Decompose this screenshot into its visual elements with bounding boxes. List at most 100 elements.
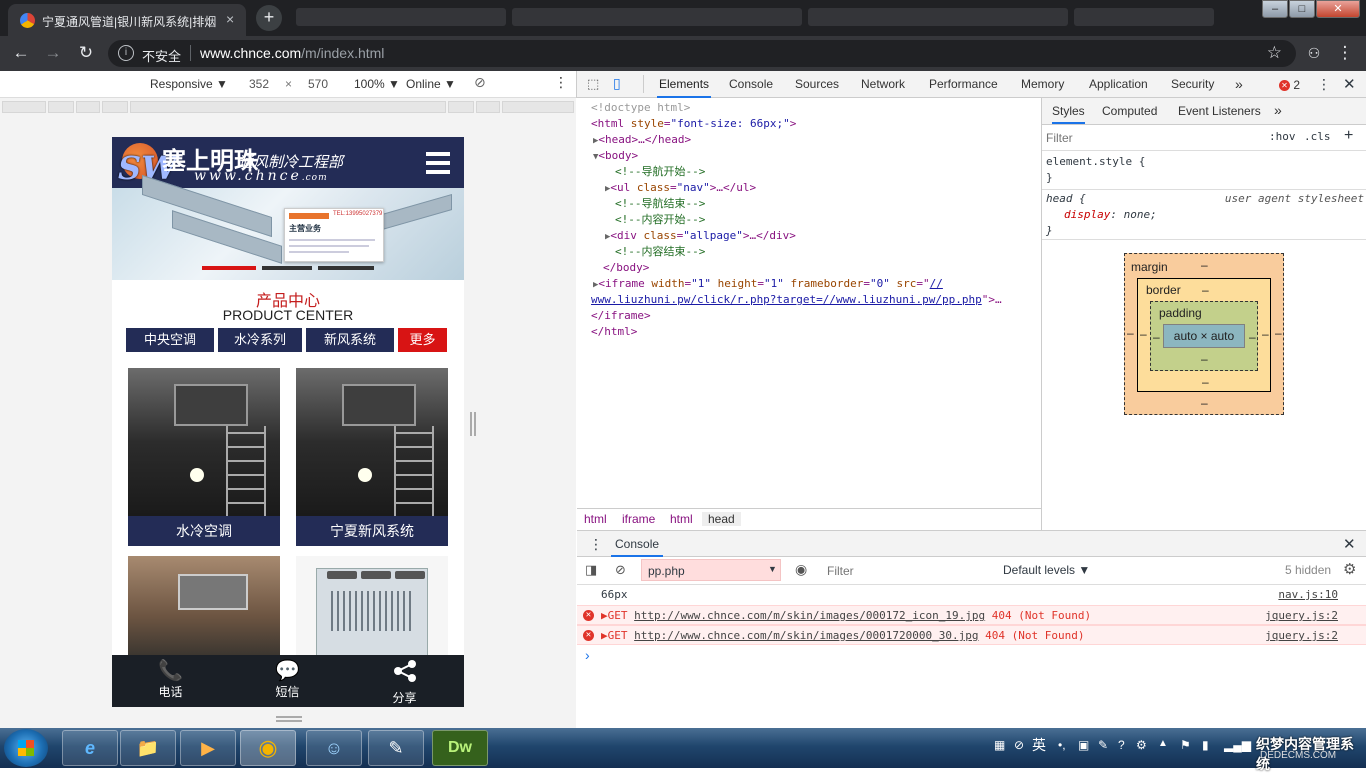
new-tab-button[interactable]: + (256, 5, 282, 31)
media-player-icon[interactable]: ▶ (180, 730, 236, 766)
action-center-flag-icon[interactable]: ⚑ (1180, 738, 1191, 752)
class-toggle[interactable]: .cls (1304, 130, 1331, 143)
ie-icon[interactable]: e (62, 730, 118, 766)
minimize-button[interactable]: – (1262, 0, 1288, 18)
zoom-select[interactable]: 100% ▼ (354, 77, 400, 91)
new-rule-button[interactable]: + (1344, 127, 1353, 145)
close-drawer-icon[interactable]: ✕ (1343, 535, 1356, 553)
chrome-icon[interactable]: ◉ (240, 730, 296, 766)
background-tab[interactable] (512, 8, 802, 26)
footer-call-button[interactable]: 📞 电话 (112, 655, 229, 707)
error-source-link[interactable]: jquery.js:2 (1265, 626, 1338, 646)
notepad-icon[interactable]: ✎ (368, 730, 424, 766)
dom-body-close[interactable]: </body> (603, 260, 649, 276)
browser-menu-icon[interactable]: ⋮ (1334, 42, 1356, 64)
more-categories-button[interactable]: 更多 (398, 328, 447, 352)
viewport-height-resize-handle[interactable] (276, 716, 302, 722)
footer-sms-button[interactable]: 💬 短信 (229, 655, 346, 707)
dom-node-iframe[interactable]: ▶<iframe width="1" height="1" frameborde… (593, 276, 943, 293)
product-card[interactable]: 宁夏新风系统 (296, 368, 448, 546)
log-levels-select[interactable]: Default levels ▼ (1003, 563, 1090, 577)
media-query-bar[interactable] (502, 101, 574, 113)
tab-security[interactable]: Security (1169, 71, 1216, 98)
carousel-indicators[interactable] (202, 266, 374, 270)
product-image[interactable] (128, 556, 280, 656)
context-select[interactable]: pp.php ▼ (641, 559, 781, 581)
carousel-dot-active[interactable] (202, 266, 256, 270)
qq-icon[interactable]: ☺ (306, 730, 362, 766)
more-sidebar-tabs-button[interactable]: » (1274, 102, 1282, 118)
tab-elements[interactable]: Elements (657, 71, 712, 98)
url-text[interactable]: www.chnce.com/m/index.html (200, 45, 384, 61)
devtools-menu-icon[interactable]: ⋮ (1317, 76, 1331, 93)
start-button[interactable] (4, 729, 48, 767)
error-source-link[interactable]: jquery.js:2 (1265, 606, 1338, 626)
tab-event-listeners[interactable]: Event Listeners (1178, 104, 1261, 118)
dom-comment[interactable]: <!--内容结束--> (615, 244, 705, 260)
inspect-element-icon[interactable]: ⬚ (587, 76, 599, 92)
console-error-line[interactable]: ✕ ▶GET http://www.chnce.com/m/skin/image… (577, 605, 1366, 625)
dom-html-close[interactable]: </html> (591, 324, 637, 340)
category-button[interactable]: 水冷系列 (218, 328, 302, 352)
media-query-bar[interactable] (48, 101, 74, 113)
console-filter-input[interactable] (827, 561, 993, 581)
tab-console[interactable]: Console (727, 71, 775, 98)
viewport-width-input[interactable]: 352 (249, 77, 269, 91)
clear-console-icon[interactable]: ⊘ (615, 562, 626, 578)
tab-application[interactable]: Application (1087, 71, 1150, 98)
ime-skin-icon[interactable]: ▣ (1078, 738, 1089, 752)
console-prompt[interactable]: › (585, 647, 590, 663)
help-icon[interactable]: ? (1118, 738, 1125, 752)
category-button[interactable]: 新风系统 (306, 328, 394, 352)
dom-iframe-close[interactable]: </iframe> (591, 308, 651, 324)
eye-icon[interactable]: ◉ (795, 561, 807, 578)
background-tab[interactable] (296, 8, 506, 26)
viewport-resize-handle[interactable] (470, 412, 476, 436)
tab-styles[interactable]: Styles (1052, 104, 1085, 124)
show-hidden-icons-icon[interactable]: ▲ (1158, 738, 1168, 749)
background-tab[interactable] (808, 8, 1068, 26)
back-arrow-icon[interactable]: ← (10, 42, 32, 64)
dom-node-html[interactable]: <html style="font-size: 66px;"> (591, 116, 796, 132)
media-query-bar[interactable] (130, 101, 446, 113)
tab-close-button[interactable]: × (226, 11, 234, 27)
carousel-dot[interactable] (318, 266, 374, 270)
device-select[interactable]: Responsive ▼ (150, 77, 228, 91)
dom-comment[interactable]: <!--内容开始--> (615, 212, 705, 228)
product-card[interactable]: 水冷空调 (128, 368, 280, 546)
dom-iframe-src[interactable]: www.liuzhuni.pw/click/r.php?target=//www… (591, 292, 1002, 308)
dom-node-head[interactable]: ▶<head>…</head> (593, 132, 691, 149)
dom-comment[interactable]: <!--导航结束--> (615, 196, 705, 212)
box-model-border[interactable]: border – – – – padding – – – auto × auto (1137, 278, 1271, 392)
error-url-link[interactable]: http://www.chnce.com/m/skin/images/00017… (634, 629, 978, 642)
dom-node-body[interactable]: ▼<body> (593, 148, 638, 165)
address-bar[interactable]: i 不安全 www.chnce.com/m/index.html ☆ (108, 40, 1296, 67)
media-query-bar[interactable] (448, 101, 474, 113)
breadcrumb-item-selected[interactable]: head (702, 512, 741, 526)
background-tab[interactable] (1074, 8, 1214, 26)
styles-filter-input[interactable] (1046, 129, 1256, 147)
bookmark-star-icon[interactable]: ☆ (1267, 43, 1282, 63)
tab-network[interactable]: Network (859, 71, 907, 98)
hamburger-menu-icon[interactable] (426, 152, 450, 174)
hero-banner[interactable]: TEL:13995027379 主营业务 (112, 174, 464, 280)
box-model-padding[interactable]: padding – – – auto × auto (1150, 301, 1258, 371)
tab-sources[interactable]: Sources (793, 71, 841, 98)
breadcrumb-item[interactable]: iframe (622, 512, 655, 526)
more-tabs-button[interactable]: » (1233, 71, 1245, 98)
maximize-button[interactable]: □ (1289, 0, 1315, 18)
device-mode-icon[interactable]: ▯ (613, 75, 621, 92)
media-query-bar[interactable] (2, 101, 46, 113)
ime-punct-icon[interactable]: •, (1058, 738, 1066, 752)
box-model-content[interactable]: auto × auto (1163, 324, 1245, 348)
rotate-icon[interactable]: ⊘ (474, 74, 486, 91)
tab-performance[interactable]: Performance (927, 71, 1000, 98)
element-style-rule[interactable]: element.style {} (1046, 154, 1145, 186)
error-count-badge[interactable]: ✕ 2 (1279, 78, 1300, 92)
browser-tab-active[interactable]: 宁夏通风管道|银川新风系统|排烟 × (8, 4, 246, 36)
close-window-button[interactable]: ✕ (1316, 0, 1360, 18)
product-image[interactable] (296, 556, 448, 656)
tab-console-drawer[interactable]: Console (611, 531, 664, 557)
tab-memory[interactable]: Memory (1019, 71, 1066, 98)
tab-computed[interactable]: Computed (1102, 104, 1157, 118)
